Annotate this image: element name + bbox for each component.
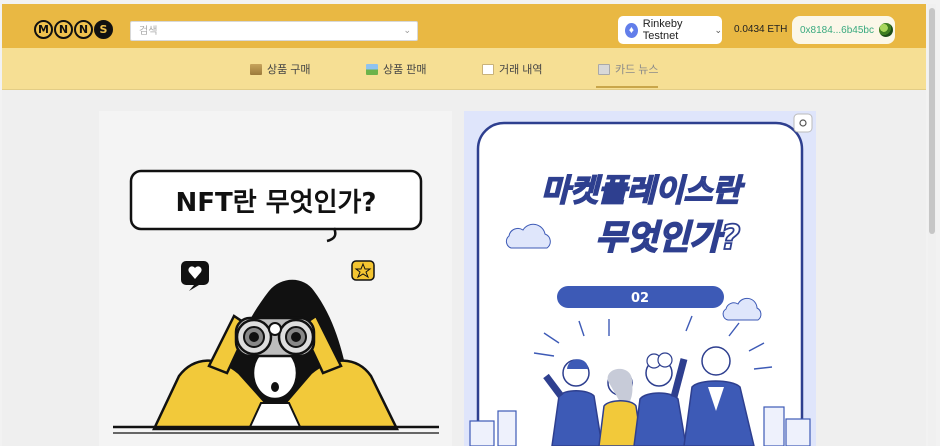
nav-item-card-news[interactable]: 카드 뉴스 (598, 61, 659, 77)
wallet-address: 0x8184...6b45bc (800, 24, 874, 36)
network-label: Rinkeby Testnet (642, 18, 683, 42)
search-box[interactable]: ⌄ (130, 21, 418, 41)
scrollbar-thumb[interactable] (929, 8, 935, 234)
nav-item-label: 거래 내역 (499, 64, 543, 76)
nav-item-label: 상품 판매 (383, 64, 427, 76)
main-nav: 상품 구매 상품 판매 거래 내역 카드 뉴스 (2, 48, 926, 90)
logo[interactable]: M N N S (34, 20, 113, 39)
marketplace-illustration: 마켓플레이스란 무엇인가? 02 (469, 113, 813, 446)
nft-illustration: NFT란 무엇인가? (113, 169, 439, 434)
card-title-line2: 무엇인가? (596, 218, 741, 258)
chevron-down-icon: ⌄ (714, 24, 722, 35)
ethereum-icon: ♦ (625, 22, 638, 38)
eth-balance: 0.0434 ETH (734, 24, 788, 35)
card-badge: 02 (631, 291, 649, 306)
card-title-line1: 마켓플레이스란 (541, 173, 745, 209)
newspaper-icon (598, 63, 610, 75)
logo-letter: M (34, 20, 53, 39)
active-tab-indicator (596, 86, 658, 88)
news-card[interactable]: NFT란 무엇인가? (99, 111, 452, 446)
search-input[interactable] (131, 22, 399, 40)
top-header: M N N S ⌄ ♦ Rinkeby Testnet ⌄ 0.0434 ETH… (2, 4, 926, 48)
card-title: NFT란 무엇인가? (176, 188, 377, 218)
nav-item-history[interactable]: 거래 내역 (482, 61, 543, 77)
expand-icon[interactable] (793, 113, 813, 133)
app-window: M N N S ⌄ ♦ Rinkeby Testnet ⌄ 0.0434 ETH… (2, 4, 926, 446)
logo-letter: N (74, 20, 93, 39)
nav-item-buy[interactable]: 상품 구매 (250, 61, 311, 77)
nav-item-sell[interactable]: 상품 판매 (366, 61, 427, 77)
nav-item-label: 상품 구매 (267, 64, 311, 76)
news-card[interactable]: 마켓플레이스란 무엇인가? 02 (464, 111, 816, 446)
logo-letter: S (94, 20, 113, 39)
network-selector[interactable]: ♦ Rinkeby Testnet ⌄ (618, 16, 722, 44)
document-icon (482, 63, 494, 75)
picture-icon (366, 63, 378, 75)
chevron-down-icon[interactable]: ⌄ (403, 25, 411, 36)
star-bubble-icon (351, 260, 375, 281)
avatar (878, 23, 893, 37)
page-scrollbar[interactable] (928, 4, 936, 446)
cart-icon (250, 63, 262, 75)
nav-item-label: 카드 뉴스 (615, 64, 659, 76)
heart-bubble-icon (181, 261, 209, 291)
wallet-button[interactable]: 0x8184...6b45bc (792, 16, 895, 44)
logo-letter: N (54, 20, 73, 39)
